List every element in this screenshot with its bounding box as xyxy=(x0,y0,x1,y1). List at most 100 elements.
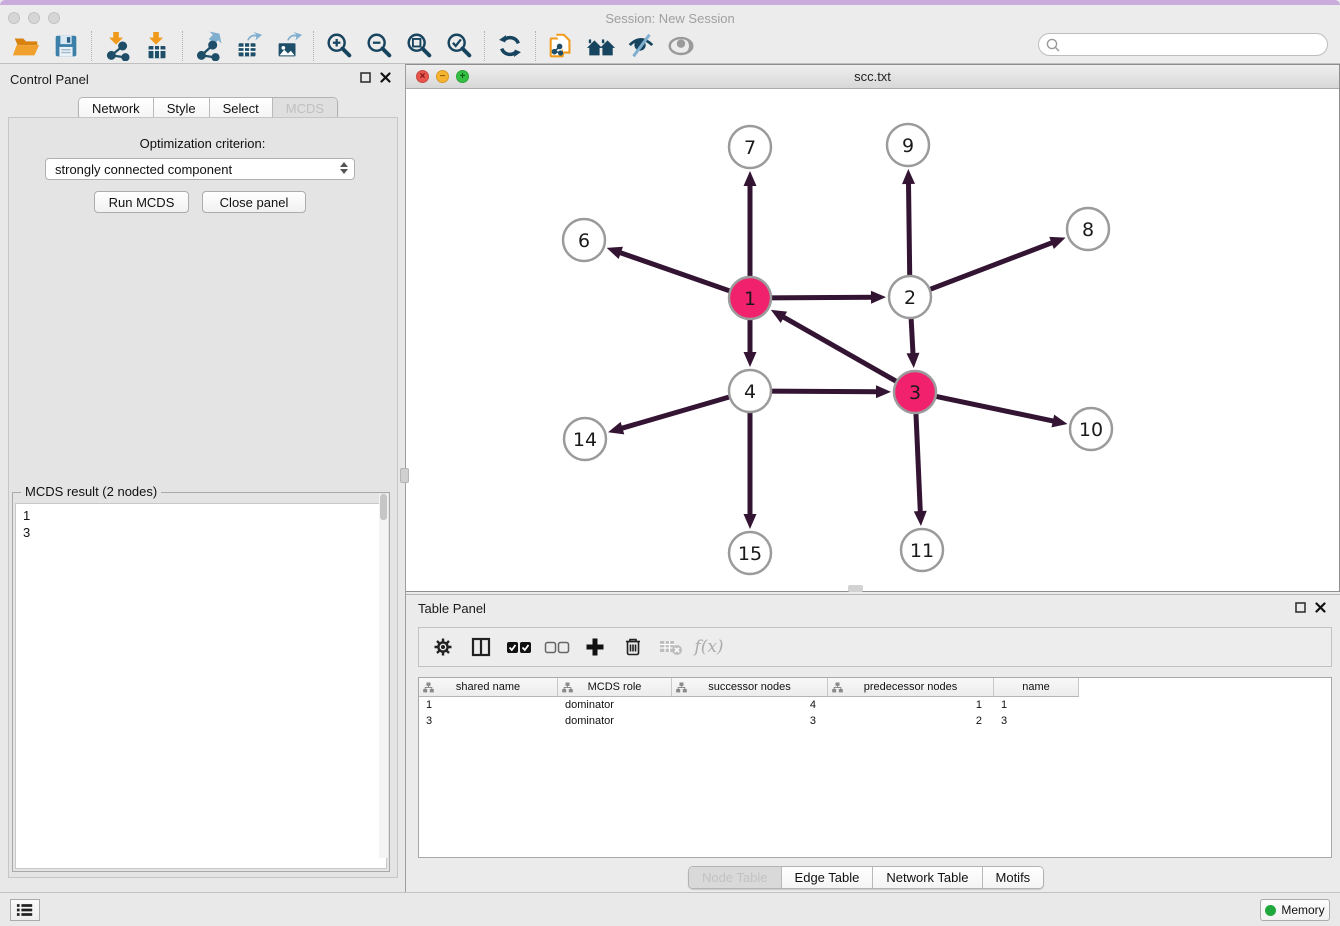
table-row[interactable]: 1dominator411 xyxy=(419,697,1331,713)
network-view-window: × − + scc.txt 1234678910111415 xyxy=(406,64,1340,592)
network-window-titlebar[interactable]: × − + scc.txt xyxy=(406,65,1339,89)
run-mcds-button[interactable]: Run MCDS xyxy=(94,191,189,213)
add-row-icon[interactable] xyxy=(579,631,611,663)
table-header-row[interactable]: shared nameMCDS rolesuccessor nodesprede… xyxy=(419,678,1331,697)
table-cell[interactable]: 4 xyxy=(672,697,828,713)
edge-3-1[interactable] xyxy=(781,316,899,383)
mcds-result-title: MCDS result (2 nodes) xyxy=(21,484,161,499)
result-scrollbar[interactable] xyxy=(379,494,388,858)
edge-2-8[interactable] xyxy=(927,242,1055,291)
vertical-splitter-handle[interactable] xyxy=(400,468,409,483)
table-cell[interactable]: 1 xyxy=(419,697,558,713)
hide-glasses-icon[interactable] xyxy=(621,29,661,63)
float-table-panel-icon[interactable] xyxy=(1295,602,1306,613)
graph-node-label-3: 3 xyxy=(909,382,921,404)
delete-row-icon[interactable] xyxy=(617,631,649,663)
tab-network-table[interactable]: Network Table xyxy=(873,867,982,888)
open-session-icon[interactable] xyxy=(6,29,46,63)
edge-3-11[interactable] xyxy=(916,410,921,514)
mcds-result-text[interactable]: 1 3 xyxy=(15,503,387,869)
table-panel-tabs: Node TableEdge TableNetwork TableMotifs xyxy=(688,866,1044,889)
optimization-criterion-select[interactable]: strongly connected component xyxy=(45,158,355,180)
graph-node-label-7: 7 xyxy=(744,137,756,159)
edge-4-3[interactable] xyxy=(768,391,879,392)
control-panel-title: Control Panel xyxy=(10,72,89,87)
tab-style[interactable]: Style xyxy=(154,98,210,119)
close-panel-icon[interactable] xyxy=(380,72,391,83)
edge-1-2[interactable] xyxy=(768,297,874,298)
close-table-panel-icon[interactable] xyxy=(1315,602,1326,613)
zoom-in-icon[interactable] xyxy=(319,29,359,63)
table-panel: Table Panel xyxy=(406,594,1340,892)
global-search-field[interactable] xyxy=(1038,33,1328,56)
search-icon xyxy=(1045,37,1061,53)
column-header-successor-nodes[interactable]: successor nodes xyxy=(672,678,828,697)
zoom-fit-icon[interactable] xyxy=(399,29,439,63)
tab-mcds[interactable]: MCDS xyxy=(273,98,337,119)
table-cell[interactable]: 3 xyxy=(419,713,558,729)
graph-node-label-8: 8 xyxy=(1082,219,1094,241)
table-toolbar: f(x) xyxy=(418,627,1332,667)
table-cell[interactable]: 1 xyxy=(994,697,1079,713)
column-header-MCDS-role[interactable]: MCDS role xyxy=(558,678,672,697)
close-panel-button[interactable]: Close panel xyxy=(202,191,306,213)
float-panel-icon[interactable] xyxy=(360,72,371,83)
tab-edge-table[interactable]: Edge Table xyxy=(782,867,874,888)
tab-network[interactable]: Network xyxy=(79,98,154,119)
network-graph-canvas[interactable]: 1234678910111415 xyxy=(406,89,1338,591)
show-eye-icon[interactable] xyxy=(661,29,701,63)
table-row[interactable]: 3dominator323 xyxy=(419,713,1331,729)
deselect-all-icon[interactable] xyxy=(541,631,573,663)
import-network-icon[interactable] xyxy=(97,29,137,63)
hierarchy-icon xyxy=(676,682,687,693)
toolbar-separator xyxy=(535,31,536,61)
toolbar-separator xyxy=(484,31,485,61)
status-bar: Memory xyxy=(0,892,1340,926)
column-header-predecessor-nodes[interactable]: predecessor nodes xyxy=(828,678,994,697)
column-header-name[interactable]: name xyxy=(994,678,1079,697)
table-columns-icon[interactable] xyxy=(465,631,497,663)
export-table-icon[interactable] xyxy=(228,29,268,63)
select-all-icon[interactable] xyxy=(503,631,535,663)
table-cell[interactable]: 1 xyxy=(828,697,994,713)
import-table-icon[interactable] xyxy=(137,29,177,63)
tab-motifs[interactable]: Motifs xyxy=(983,867,1044,888)
arrowhead-1-2 xyxy=(871,291,886,304)
tab-select[interactable]: Select xyxy=(210,98,273,119)
tab-node-table[interactable]: Node Table xyxy=(689,867,782,888)
titlebar[interactable]: Session: New Session xyxy=(0,5,1340,28)
arrowhead-4-3 xyxy=(876,385,891,398)
edge-2-9[interactable] xyxy=(908,181,909,279)
edge-4-14[interactable] xyxy=(620,396,733,429)
table-cell[interactable]: dominator xyxy=(558,713,672,729)
edge-1-6[interactable] xyxy=(618,252,733,292)
home-icon[interactable] xyxy=(581,29,621,63)
graph-node-label-10: 10 xyxy=(1079,419,1103,441)
zoom-out-icon[interactable] xyxy=(359,29,399,63)
function-builder-icon[interactable]: f(x) xyxy=(693,631,725,663)
save-session-icon[interactable] xyxy=(46,29,86,63)
table-cell[interactable]: 3 xyxy=(994,713,1079,729)
table-cell[interactable]: dominator xyxy=(558,697,672,713)
zoom-selected-icon[interactable] xyxy=(439,29,479,63)
refresh-icon[interactable] xyxy=(490,29,530,63)
table-settings-icon[interactable] xyxy=(427,631,459,663)
show-panels-button[interactable] xyxy=(10,899,40,921)
search-input[interactable] xyxy=(1061,36,1327,54)
duplicate-network-icon[interactable] xyxy=(541,29,581,63)
node-table[interactable]: shared nameMCDS rolesuccessor nodesprede… xyxy=(418,677,1332,858)
toolbar-separator xyxy=(91,31,92,61)
table-panel-header: Table Panel xyxy=(406,595,1340,621)
export-network-icon[interactable] xyxy=(188,29,228,63)
export-image-icon[interactable] xyxy=(268,29,308,63)
delete-table-icon[interactable] xyxy=(655,631,687,663)
graph-node-label-1: 1 xyxy=(744,288,756,310)
edge-2-3[interactable] xyxy=(911,315,913,356)
column-header-shared-name[interactable]: shared name xyxy=(419,678,558,697)
table-cell[interactable]: 2 xyxy=(828,713,994,729)
edge-3-10[interactable] xyxy=(933,396,1056,422)
memory-button[interactable]: Memory xyxy=(1260,899,1330,921)
optimization-criterion-value: strongly connected component xyxy=(55,162,232,177)
table-cell[interactable]: 3 xyxy=(672,713,828,729)
horizontal-splitter-handle[interactable] xyxy=(848,585,863,592)
